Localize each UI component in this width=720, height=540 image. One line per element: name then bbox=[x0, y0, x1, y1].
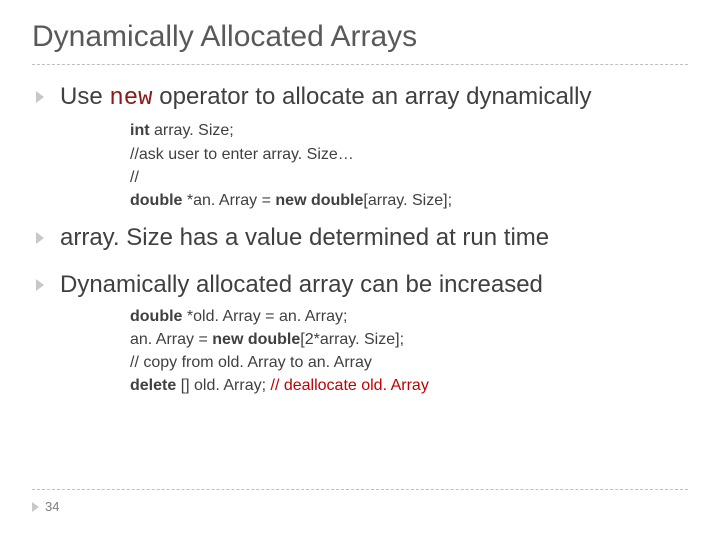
c2-l3: // copy from old. Array to an. Array bbox=[130, 354, 372, 371]
c1-l4d: [array. Size]; bbox=[363, 192, 452, 209]
c2-l2c: [2*array. Size]; bbox=[300, 331, 404, 348]
c2-l4a: delete bbox=[130, 377, 181, 394]
bullet-list: Use new operator to allocate an array dy… bbox=[32, 81, 688, 398]
bullet-1: Use new operator to allocate an array dy… bbox=[32, 81, 688, 212]
c1-l1a: int bbox=[130, 122, 150, 139]
bullet-3: Dynamically allocated array can be incre… bbox=[32, 269, 688, 398]
c1-l4a: double bbox=[130, 192, 187, 209]
page-number: 34 bbox=[45, 499, 59, 514]
c2-l4c: // deallocate old. Array bbox=[271, 377, 429, 394]
title-divider bbox=[32, 64, 688, 65]
slide-title: Dynamically Allocated Arrays bbox=[32, 20, 688, 54]
c1-l3: // bbox=[130, 169, 139, 186]
code-block-2: double *old. Array = an. Array; an. Arra… bbox=[60, 305, 688, 398]
footer: 34 bbox=[32, 499, 59, 514]
c2-l2a: an. Array = bbox=[130, 331, 212, 348]
bullet-2: array. Size has a value determined at ru… bbox=[32, 222, 688, 254]
c1-l2: //ask user to enter array. Size… bbox=[130, 146, 354, 163]
footer-divider bbox=[32, 489, 688, 490]
page-marker-icon bbox=[32, 502, 39, 512]
code-block-1: int array. Size; //ask user to enter arr… bbox=[60, 119, 688, 212]
c2-l1b: *old. Array = an. Array; bbox=[187, 308, 348, 325]
c2-l1a: double bbox=[130, 308, 187, 325]
bullet-1-post: operator to allocate an array dynamicall… bbox=[153, 83, 592, 110]
keyword-new: new bbox=[109, 85, 152, 112]
slide: Dynamically Allocated Arrays Use new ope… bbox=[0, 0, 720, 540]
c1-l1b: array. Size; bbox=[150, 122, 234, 139]
bullet-3-text: Dynamically allocated array can be incre… bbox=[60, 271, 543, 298]
c1-l4b: *an. Array = bbox=[187, 192, 276, 209]
c2-l4b: [] old. Array; bbox=[181, 377, 271, 394]
bullet-1-pre: Use bbox=[60, 83, 109, 110]
c1-l4c: new double bbox=[275, 192, 363, 209]
c2-l2b: new double bbox=[212, 331, 300, 348]
